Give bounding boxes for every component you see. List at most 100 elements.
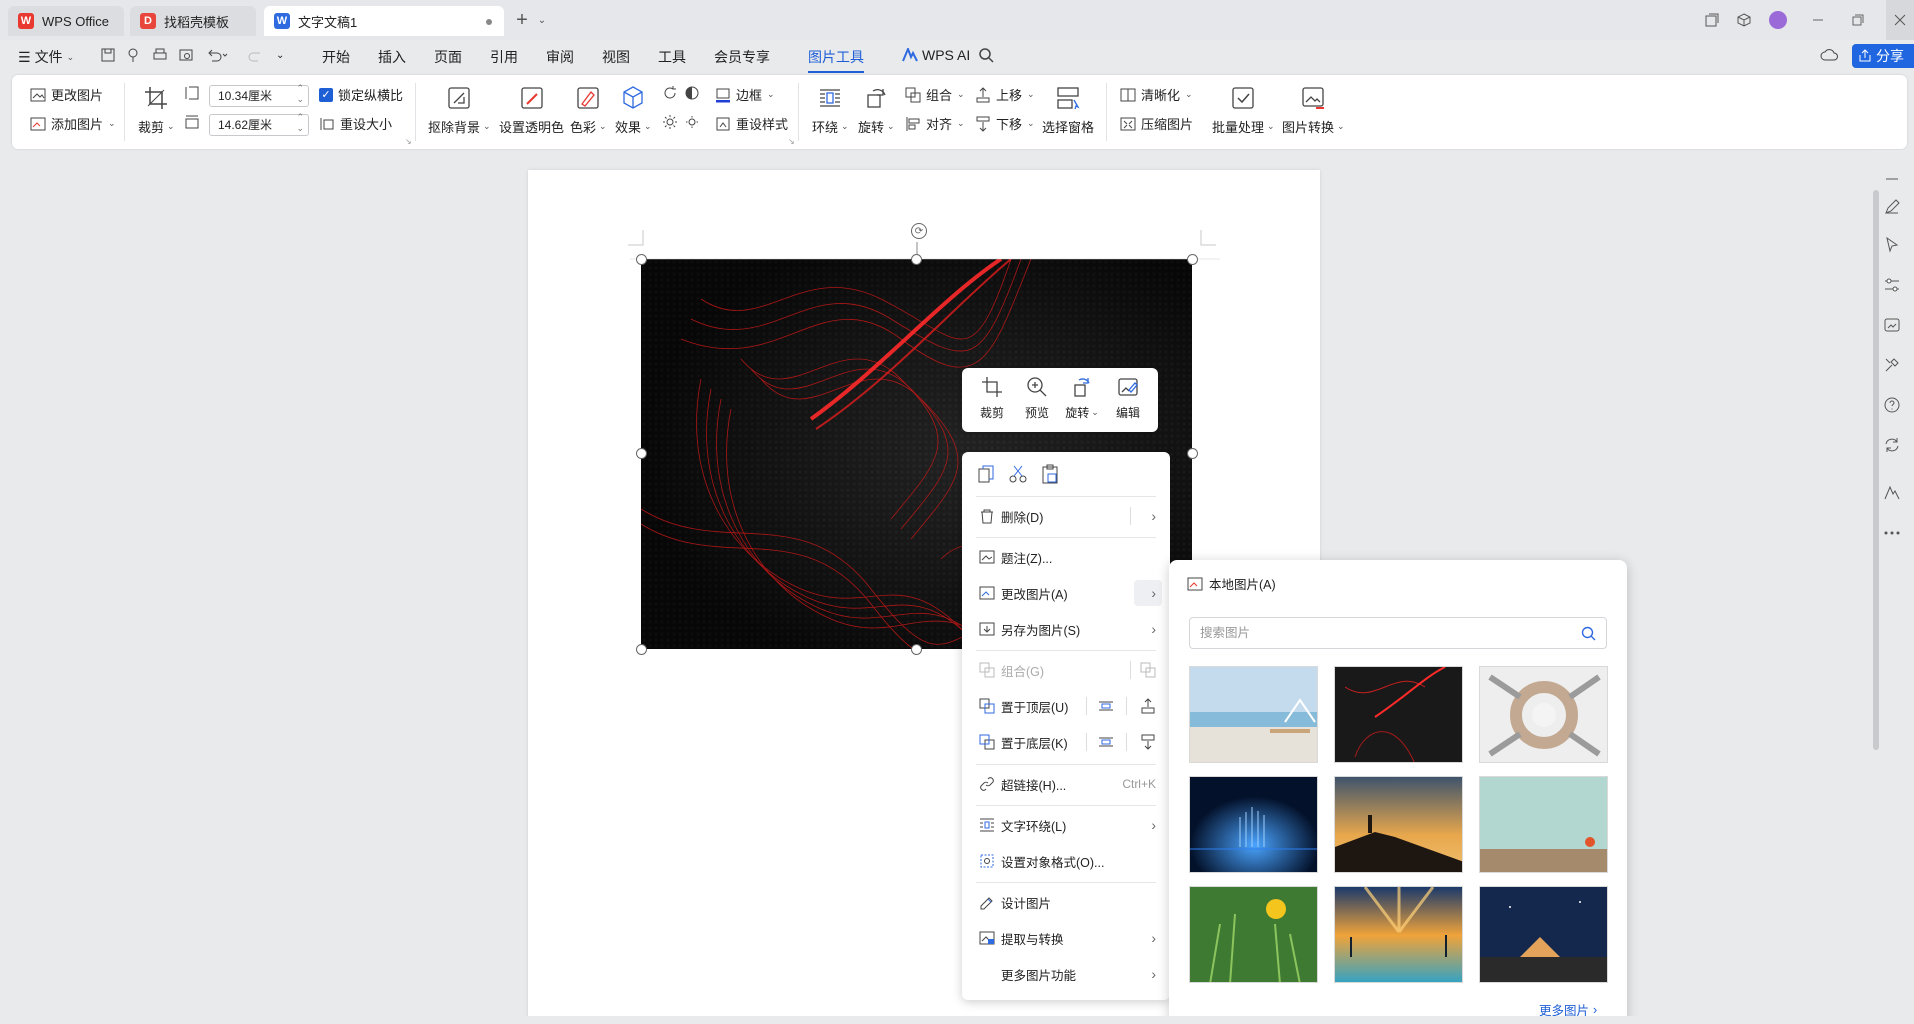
ctx-save-as-picture[interactable]: 另存为图片(S) › bbox=[962, 612, 1170, 646]
wps-ai-button[interactable]: WPS AI bbox=[902, 47, 970, 63]
print-preview-icon[interactable] bbox=[178, 47, 194, 63]
close-icon[interactable] bbox=[1886, 0, 1914, 40]
batch-process-button[interactable]: 批量处理 ⌄ bbox=[1212, 85, 1275, 136]
contrast-icon[interactable] bbox=[684, 85, 700, 101]
menu-home[interactable]: 开始 bbox=[322, 47, 350, 67]
thumbnail-teal-wall[interactable] bbox=[1479, 776, 1608, 873]
selection-pane-button[interactable]: 选择窗格 bbox=[1042, 85, 1094, 136]
reset-size-button[interactable]: 重设大小 bbox=[319, 114, 392, 133]
width-input[interactable]: 10.34厘米 bbox=[209, 83, 309, 107]
remove-background-button[interactable]: 抠除背景 ⌄ bbox=[428, 85, 491, 136]
more-icon[interactable] bbox=[1883, 524, 1901, 542]
thumbnail-night-camp[interactable] bbox=[1479, 886, 1608, 983]
paste-icon[interactable] bbox=[1040, 464, 1060, 484]
change-picture-button[interactable]: 更改图片 bbox=[30, 85, 103, 104]
adjust-sliders-icon[interactable] bbox=[1883, 276, 1901, 294]
send-to-bottom-icon[interactable] bbox=[1140, 734, 1156, 750]
cube-icon[interactable] bbox=[1734, 10, 1754, 30]
bring-forward-button[interactable]: 上移 ⌄ bbox=[975, 85, 1035, 104]
sharpen-button[interactable]: 清晰化 ⌄ bbox=[1120, 85, 1193, 104]
chevron-right-icon[interactable]: › bbox=[1151, 930, 1156, 946]
border-button[interactable]: 边框 ⌄ bbox=[715, 85, 775, 104]
tools-icon[interactable] bbox=[1883, 356, 1901, 374]
vertical-scrollbar[interactable] bbox=[1870, 150, 1884, 1024]
collapse-icon[interactable] bbox=[1883, 170, 1901, 188]
ctx-text-wrap[interactable]: 文字环绕(L) › bbox=[962, 808, 1170, 842]
menu-membership[interactable]: 会员专享 bbox=[714, 47, 770, 67]
share-button[interactable]: 分享 bbox=[1852, 44, 1914, 68]
rotate-right-small-icon[interactable] bbox=[662, 85, 678, 101]
unsaved-dot-icon[interactable] bbox=[486, 19, 492, 25]
ctx-bring-to-front[interactable]: 置于顶层(U) bbox=[962, 689, 1170, 723]
ctx-design-picture[interactable]: 设计图片 bbox=[962, 885, 1170, 919]
float-edit-button[interactable]: 编辑 bbox=[1106, 376, 1150, 421]
crop-button[interactable]: 裁剪 ⌄ bbox=[138, 85, 175, 136]
menu-page[interactable]: 页面 bbox=[434, 47, 462, 67]
cloud-icon[interactable] bbox=[1820, 47, 1838, 63]
menu-view[interactable]: 视图 bbox=[602, 47, 630, 67]
format-painter-icon[interactable] bbox=[126, 47, 142, 63]
height-input[interactable]: 14.62厘米 bbox=[209, 112, 309, 136]
float-rotate-button[interactable]: 旋转 ⌄ bbox=[1060, 376, 1104, 421]
print-icon[interactable] bbox=[152, 47, 168, 63]
dialog-launcher-icon[interactable]: ↘ bbox=[405, 137, 412, 146]
effects-button[interactable]: 效果 ⌄ bbox=[615, 85, 652, 136]
wrap-button[interactable]: 环绕 ⌄ bbox=[812, 85, 849, 136]
set-transparent-button[interactable]: 设置透明色 bbox=[499, 85, 564, 136]
bring-to-top-icon[interactable] bbox=[1140, 698, 1156, 714]
ctx-more-functions[interactable]: 更多图片功能 › bbox=[962, 957, 1170, 991]
ai-assist-icon[interactable] bbox=[1883, 484, 1901, 502]
thumbnail-yellow-flower[interactable] bbox=[1189, 886, 1318, 983]
ctx-hyperlink[interactable]: 超链接(H)... Ctrl+K bbox=[962, 767, 1170, 801]
thumbnail-blue-tech[interactable] bbox=[1189, 776, 1318, 873]
menu-review[interactable]: 审阅 bbox=[546, 47, 574, 67]
search-icon[interactable] bbox=[978, 47, 994, 63]
restore-icon[interactable] bbox=[1848, 10, 1868, 30]
resize-handle-s[interactable] bbox=[911, 644, 922, 655]
thumbnail-sunset-silhouette[interactable] bbox=[1334, 776, 1463, 873]
local-picture-item[interactable]: 本地图片(A) bbox=[1187, 574, 1276, 593]
thumbnail-beach-pool[interactable] bbox=[1189, 666, 1318, 763]
resize-handle-e[interactable] bbox=[1187, 448, 1198, 459]
resize-handle-ne[interactable] bbox=[1187, 254, 1198, 265]
pen-icon[interactable] bbox=[1883, 198, 1901, 216]
redo-icon[interactable] bbox=[248, 47, 264, 63]
ctx-caption[interactable]: 题注(Z)... bbox=[962, 540, 1170, 574]
ctx-group[interactable]: 组合(G) bbox=[962, 653, 1170, 687]
brightness-down-icon[interactable] bbox=[684, 114, 700, 130]
tab-list-chevron-icon[interactable]: ⌄ bbox=[532, 10, 552, 30]
chevron-right-icon[interactable]: › bbox=[1151, 817, 1156, 833]
ctx-format-object[interactable]: 设置对象格式(O)... bbox=[962, 844, 1170, 878]
picture-tool-icon[interactable] bbox=[1883, 316, 1901, 334]
ctx-delete[interactable]: 删除(D) › bbox=[962, 499, 1170, 533]
dialog-launcher-icon[interactable]: ↘ bbox=[788, 137, 795, 146]
menu-tools[interactable]: 工具 bbox=[658, 47, 686, 67]
chevron-right-icon[interactable]: › bbox=[1151, 621, 1156, 637]
add-picture-button[interactable]: 添加图片 ⌄ bbox=[30, 114, 116, 133]
rotate-button[interactable]: 旋转 ⌄ bbox=[858, 85, 895, 136]
ctx-change-picture[interactable]: 更改图片(A) › bbox=[962, 576, 1170, 610]
save-icon[interactable] bbox=[100, 47, 116, 63]
brightness-up-icon[interactable] bbox=[662, 114, 678, 130]
picture-convert-button[interactable]: 图片转换 ⌄ bbox=[1282, 85, 1345, 136]
tab-document[interactable]: W 文字文稿1 bbox=[264, 6, 504, 36]
ungroup-icon[interactable] bbox=[1140, 662, 1156, 678]
send-backward-icon[interactable] bbox=[1098, 734, 1114, 750]
resize-handle-sw[interactable] bbox=[636, 644, 647, 655]
resize-handle-w[interactable] bbox=[636, 448, 647, 459]
chevron-right-icon[interactable]: › bbox=[1151, 508, 1156, 524]
float-preview-button[interactable]: 预览 bbox=[1015, 376, 1059, 421]
copy-icon[interactable] bbox=[976, 464, 996, 484]
cut-icon[interactable] bbox=[1008, 464, 1028, 484]
float-crop-button[interactable]: 裁剪 bbox=[970, 376, 1014, 421]
thumbnail-hands-circle[interactable] bbox=[1479, 666, 1608, 763]
align-button[interactable]: 对齐 ⌄ bbox=[905, 114, 965, 133]
tab-docer[interactable]: D 找稻壳模板 bbox=[130, 6, 256, 36]
pointer-icon[interactable] bbox=[1883, 236, 1901, 254]
sync-icon[interactable] bbox=[1883, 436, 1901, 454]
tab-wps-office[interactable]: W WPS Office bbox=[8, 6, 124, 36]
resize-handle-n[interactable] bbox=[911, 254, 922, 265]
undo-icon[interactable] bbox=[206, 47, 228, 63]
lock-ratio-checkbox[interactable]: ✓ 锁定纵横比 bbox=[319, 85, 403, 104]
picture-search-input[interactable]: 搜索图片 bbox=[1189, 617, 1607, 649]
